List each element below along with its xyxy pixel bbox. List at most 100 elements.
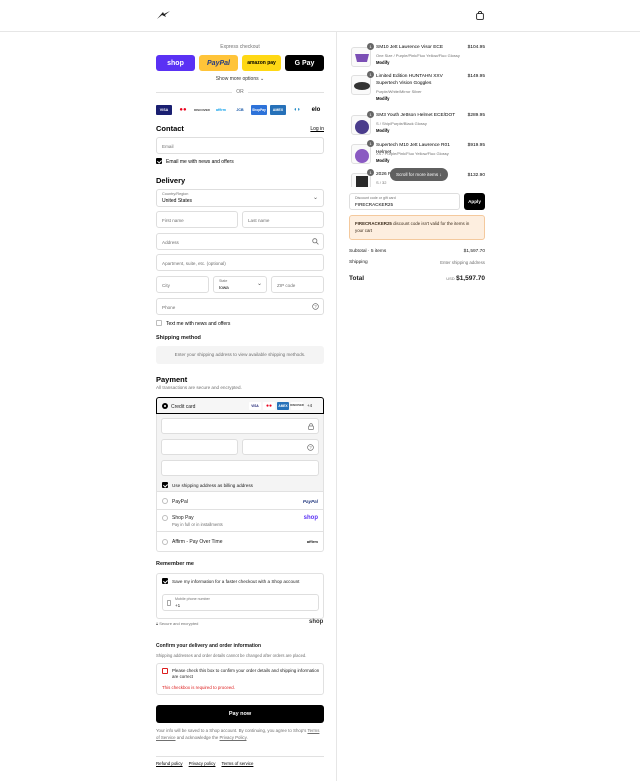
first-name-field[interactable]: First name [156,211,238,228]
shopping-bag-icon[interactable] [476,11,484,22]
phone-icon [167,600,171,608]
remember-me-panel: Save my information for a faster checkou… [156,573,324,619]
secure-label: Secure and encrypted [159,621,199,626]
discount-code-field[interactable]: Discount code or gift card FIRECRACKER25 [349,193,460,210]
text-news-checkbox[interactable] [156,320,162,326]
pay-now-button[interactable]: Pay now [156,705,324,723]
show-more-label: Show more options [215,76,259,82]
phone-placeholder: Phone [162,304,176,310]
shop-pay-button[interactable]: shop [156,55,195,71]
svg-text:?: ? [309,445,312,450]
expiry-field[interactable] [161,439,238,455]
product-name: SM10 Jett Lawrence Visor ECE [376,45,444,50]
svg-text:?: ? [314,304,317,309]
amazon-pay-button[interactable]: amazon pay [242,55,281,71]
zip-field[interactable]: ZIP code [271,276,324,293]
credit-card-option[interactable]: Credit card VISA ●● AMEX DISCOVER +4 [156,397,324,414]
visa-logo: VISA [249,401,261,410]
legal-text: Your info will be saved to a Shop accoun… [156,728,324,741]
jcb-logo: JCB [232,105,248,115]
product-name: Limited Edition HUNTAHN XXV Supertech Vi… [376,74,443,86]
product-price: $104.95 [467,45,485,50]
paypal-radio[interactable] [162,498,168,504]
lock-icon: 🔒︎ [156,621,159,626]
card-number-field[interactable] [161,418,319,434]
quantity-badge: 1 [367,71,374,78]
legal-mid: and acknowledge the [176,734,219,740]
paypal-logo: PayPal [302,498,318,504]
affirm-label: Affirm - Pay Over Time [172,539,223,545]
scroll-more-items-pill[interactable]: Scroll for more items ↓ [390,168,448,181]
confirm-checkbox[interactable] [162,668,168,674]
email-news-label: Email me with news and offers [166,159,234,165]
shipping-method-placeholder: Enter your shipping address to view avai… [156,346,324,364]
login-link[interactable]: Log in [300,126,324,132]
refund-policy-link[interactable]: Refund policy [156,761,183,766]
modify-link[interactable]: Modify [376,60,390,65]
total-label: Total [349,275,365,282]
legal-suffix: . [246,734,248,740]
paypal-button[interactable]: PayPal [199,55,238,71]
mobile-phone-field[interactable]: Mobile phone number +1 [162,594,319,611]
help-icon[interactable]: ? [312,303,319,312]
save-info-label: Save my information for a faster checkou… [172,579,300,584]
affirm-option[interactable]: Affirm - Pay Over Time affirm [157,532,323,551]
modify-link[interactable]: Modify [376,128,390,133]
last-name-field[interactable]: Last name [242,211,324,228]
chevron-down-icon: ⌄ [312,195,318,201]
paypal-option[interactable]: PayPal PayPal [157,492,323,510]
name-on-card-field[interactable] [161,460,319,476]
shop-logo: shop [309,619,324,625]
payment-heading: Payment [156,375,188,384]
privacy-policy-link[interactable]: Privacy Policy [220,735,247,740]
security-code-field[interactable]: ? [242,439,319,455]
shop-pay-logo: ShopPay [251,105,267,115]
modify-link[interactable]: Modify [376,158,390,163]
contact-heading: Contact [156,124,184,133]
state-label: State [219,278,228,283]
product-image [351,75,371,95]
card-details-panel: ? Use shipping address as billing addres… [156,414,324,492]
quantity-badge: 1 [367,43,374,50]
email-field[interactable]: Email [156,137,324,154]
mastercard-logo: ●● [263,401,275,410]
email-news-checkbox[interactable] [156,158,162,164]
alpinestars-logo-icon[interactable] [157,11,171,22]
card-logos: VISA ●● AMEX DISCOVER +4 [249,401,312,410]
country-select[interactable]: Country/Region United States ⌄ [156,189,324,207]
state-select[interactable]: State Iowa ⌄ [213,276,267,293]
help-icon[interactable]: ? [307,444,314,453]
more-cards-count: +4 [307,403,313,408]
privacy-policy-footer-link[interactable]: Privacy policy [189,761,216,766]
text-news-label: Text me with news and offers [166,321,231,327]
scroll-hint-label: Scroll for more items [396,172,439,177]
shop-pay-radio[interactable] [162,515,168,521]
modify-link[interactable]: Modify [376,96,390,101]
apply-discount-button[interactable]: Apply [464,193,485,210]
product-image [351,115,371,135]
product-image [351,144,371,164]
shop-pay-option[interactable]: Shop Pay Pay in full or in installments … [157,510,323,532]
city-placeholder: City [162,282,170,288]
credit-card-radio[interactable] [162,403,168,409]
accepted-payment-logos: VISA ●● DISCOVER affirm JCB ShopPay AMEX… [156,105,324,115]
top-header [0,0,640,32]
city-field[interactable]: City [156,276,209,293]
subtotal-label: Subtotal · 5 items [349,249,387,254]
show-more-options[interactable]: Show more options ⌄ [156,76,324,82]
save-info-checkbox[interactable] [162,578,168,584]
terms-of-service-footer-link[interactable]: Terms of service [221,761,253,766]
discount-error-banner: FIRECRACKER25 discount code isn't valid … [349,215,485,240]
product-image [351,47,371,67]
product-price: $289.95 [467,113,485,118]
google-pay-button[interactable]: G Pay [285,55,324,71]
affirm-radio[interactable] [162,538,168,545]
billing-same-checkbox[interactable] [162,482,168,488]
credit-card-label: Credit card [171,403,196,410]
address-field[interactable]: Address [156,233,324,250]
phone-field[interactable]: Phone ? [156,298,324,315]
apartment-field[interactable]: Apartment, suite, etc. (optional) [156,254,324,271]
state-value: Iowa [219,284,229,290]
product-variant: One Size / Purple/Pink/Fluo Yellow/Fluo … [376,53,460,58]
or-label: OR [232,89,248,95]
